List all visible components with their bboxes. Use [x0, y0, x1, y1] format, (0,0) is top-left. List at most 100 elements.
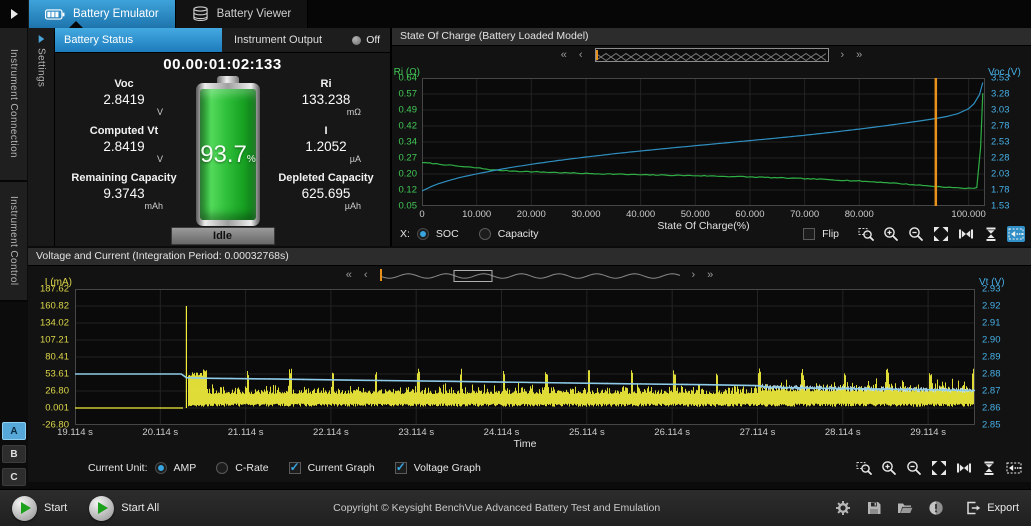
x-tick-label: 30.000	[571, 209, 600, 220]
scroll-left-icon[interactable]	[579, 50, 583, 60]
x-tick-label: 20.114 s	[142, 427, 178, 438]
channel-button-b[interactable]: B	[2, 445, 26, 463]
vc-plot[interactable]	[75, 289, 975, 425]
battery-viewer-icon	[192, 6, 209, 22]
y-tick-label: 0.27	[399, 153, 418, 164]
fit-vertical-icon[interactable]	[980, 460, 998, 476]
y-tick-label: 0.001	[45, 403, 69, 414]
y-tick-label: 0.05	[399, 201, 418, 212]
fit-all-icon[interactable]	[930, 460, 948, 476]
amp-radio-label[interactable]: AMP	[174, 462, 197, 474]
amp-radio[interactable]	[155, 462, 167, 474]
y-tick-label: 0.42	[399, 121, 418, 132]
status-row: Idle	[55, 227, 390, 246]
tab-battery-emulator[interactable]: Battery Emulator	[29, 0, 176, 28]
voltage-graph-label[interactable]: Voltage Graph	[414, 462, 481, 474]
scroll-right-icon[interactable]	[692, 270, 696, 280]
metric-unit: µAh	[263, 202, 389, 211]
c-rate-radio[interactable]	[216, 462, 228, 474]
vc-x-axis-title: Time	[75, 438, 975, 450]
battery-status-tab[interactable]: Battery Status	[55, 28, 222, 52]
box-zoom-icon[interactable]	[857, 226, 875, 242]
battery-gauge: 93.7%	[196, 76, 260, 226]
scroll-far-left-icon[interactable]	[346, 270, 352, 280]
zoom-out-icon[interactable]	[905, 460, 923, 476]
zoom-in-icon[interactable]	[882, 226, 900, 242]
collapse-panel-button[interactable]	[0, 0, 29, 28]
y-tick-label: 2.86	[982, 403, 1001, 414]
metrics-left-column: Voc 2.8419 V Computed Vt 2.8419 V Remain…	[57, 77, 191, 218]
auto-scroll-icon[interactable]	[1005, 460, 1023, 476]
vc-scroll-strip	[28, 267, 1031, 282]
c-rate-radio-label[interactable]: C-Rate	[235, 462, 268, 474]
fit-horizontal-icon[interactable]	[955, 460, 973, 476]
soc-overview-box[interactable]	[595, 48, 829, 62]
y-tick-label: 1.53	[991, 201, 1010, 212]
capacity-radio[interactable]	[479, 228, 491, 240]
battery-body: 93.7%	[196, 83, 260, 226]
auto-scroll-icon[interactable]	[1007, 226, 1025, 242]
bottom-toolbar: Start Start All Copyright © Keysight Ben…	[0, 489, 1031, 526]
notifications-icon[interactable]	[927, 499, 945, 517]
footer-icons: Export	[834, 499, 1019, 517]
sidebar-item-instrument-control[interactable]: Instrument Control	[0, 182, 27, 302]
y-tick-label: 2.89	[982, 352, 1001, 363]
vc-right-axis-ticks: 2.932.922.912.902.892.882.872.862.85	[979, 289, 1023, 425]
flip-checkbox[interactable]	[803, 228, 815, 240]
soc-radio[interactable]	[417, 228, 429, 240]
settings-strip-label: Settings	[36, 48, 47, 87]
y-tick-label: 2.03	[991, 169, 1010, 180]
current-graph-checkbox[interactable]	[289, 462, 301, 474]
start-all-button[interactable]: Start All	[89, 496, 159, 521]
metric-label: Depleted Capacity	[263, 171, 389, 186]
x-tick-label: 23.114 s	[398, 427, 434, 438]
fit-horizontal-icon[interactable]	[957, 226, 975, 242]
fit-vertical-icon[interactable]	[982, 226, 1000, 242]
y-tick-label: 0.20	[399, 169, 418, 180]
metric-unit: mAh	[57, 202, 191, 211]
export-button[interactable]: Export	[964, 499, 1019, 517]
fit-all-icon[interactable]	[932, 226, 950, 242]
scroll-far-right-icon[interactable]	[707, 270, 713, 280]
zoom-in-icon[interactable]	[880, 460, 898, 476]
x-tick-label: 40.000	[626, 209, 655, 220]
x-axis-mode-label: X:	[400, 228, 410, 240]
metric-value: 1.2052	[263, 139, 389, 155]
battery-status-panel: Settings Battery Status Instrument Outpu…	[28, 28, 392, 246]
y-tick-label: 3.03	[991, 105, 1010, 116]
y-tick-label: 3.28	[991, 89, 1010, 100]
channel-button-a[interactable]: A	[2, 422, 26, 440]
y-tick-label: 2.93	[982, 284, 1001, 295]
current-graph-label[interactable]: Current Graph	[308, 462, 375, 474]
x-tick-label: 25.114 s	[569, 427, 605, 438]
y-tick-label: 160.82	[40, 301, 69, 312]
overview-waveform	[380, 270, 680, 282]
tab-battery-viewer[interactable]: Battery Viewer	[176, 0, 309, 28]
save-icon[interactable]	[865, 499, 883, 517]
zoom-out-icon[interactable]	[907, 226, 925, 242]
flip-checkbox-label[interactable]: Flip	[822, 228, 839, 240]
scroll-left-icon[interactable]	[364, 270, 368, 280]
scroll-far-right-icon[interactable]	[856, 50, 862, 60]
box-zoom-icon[interactable]	[855, 460, 873, 476]
battery-status-content: Battery Status Instrument Output Off 00.…	[55, 28, 390, 246]
metric-depleted-capacity: Depleted Capacity 625.695 µAh	[263, 171, 389, 211]
metric-value: 625.695	[263, 186, 389, 202]
voltage-graph-checkbox[interactable]	[395, 462, 407, 474]
sidebar-item-instrument-connection[interactable]: Instrument Connection	[0, 28, 27, 182]
y-tick-label: 80.41	[45, 352, 69, 363]
soc-plot[interactable]	[422, 78, 985, 206]
scroll-far-left-icon[interactable]	[561, 50, 567, 60]
status-badge[interactable]: Idle	[171, 227, 275, 245]
channel-button-c[interactable]: C	[2, 468, 26, 486]
vc-overview-wave[interactable]	[380, 269, 680, 281]
start-button[interactable]: Start	[12, 496, 67, 521]
open-folder-icon[interactable]	[896, 499, 914, 517]
output-toggle[interactable]: Off	[352, 28, 390, 52]
y-tick-label: 26.80	[45, 386, 69, 397]
settings-gear-icon[interactable]	[834, 499, 852, 517]
capacity-radio-label[interactable]: Capacity	[498, 228, 539, 240]
settings-collapsed-strip[interactable]: Settings	[28, 28, 55, 246]
soc-radio-label[interactable]: SOC	[436, 228, 459, 240]
scroll-right-icon[interactable]	[841, 50, 845, 60]
